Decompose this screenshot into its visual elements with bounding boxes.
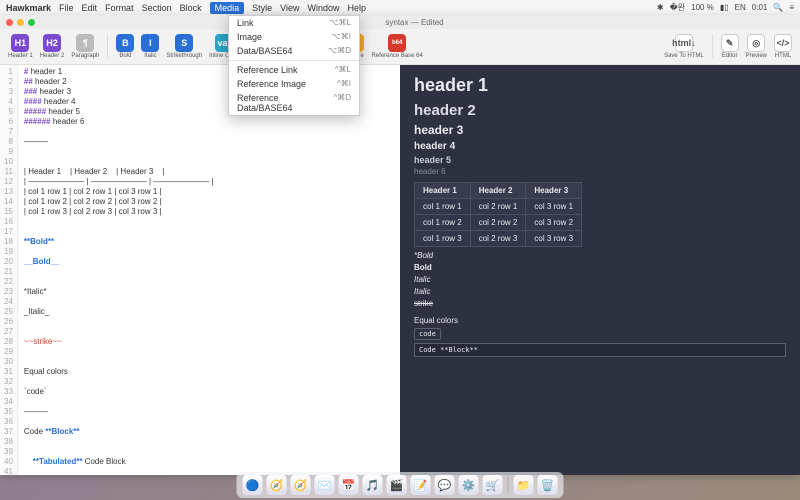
preview-code-block: Code **Block** (414, 343, 786, 357)
preview-table: Header 1Header 2Header 3col 1 row 1col 2… (414, 182, 582, 247)
dock-app-7[interactable]: 📝 (411, 475, 431, 495)
menu-item-reference-image[interactable]: Reference Image^⌘I (229, 77, 359, 91)
clock: 0:01 (752, 3, 768, 12)
toolbar-bold[interactable]: BBold (114, 34, 136, 59)
menu-item-reference-link[interactable]: Reference Link^⌘L (229, 63, 359, 77)
wifi-icon: �완 (670, 2, 686, 13)
toolbar-header-1[interactable]: H1Header 1 (6, 34, 35, 59)
dock[interactable]: 🔵🧭🧭✉️📅🎵🎬📝💬⚙️🛒📁🗑️ (237, 472, 564, 498)
dock-app-8[interactable]: 💬 (435, 475, 455, 495)
menu-block[interactable]: Block (180, 3, 202, 13)
dock-app-3[interactable]: ✉️ (315, 475, 335, 495)
menu-item-reference-data-base64[interactable]: Reference Data/BASE64^⌘D (229, 91, 359, 115)
dock-app-1[interactable]: 🧭 (267, 475, 287, 495)
dock-app-12[interactable]: 🗑️ (538, 475, 558, 495)
preview-h3: header 3 (414, 123, 786, 137)
preview-italic2: Italic (414, 287, 786, 296)
dock-app-0[interactable]: 🔵 (243, 475, 263, 495)
bluetooth-icon: ✱ (657, 3, 664, 12)
toolbar-paragraph[interactable]: ¶Paragraph (69, 34, 101, 59)
source-code[interactable]: # header 1## header 2### header 3#### he… (18, 65, 220, 475)
battery-icon: ▮▯ (720, 3, 729, 12)
dock-app-4[interactable]: 📅 (339, 475, 359, 495)
dock-app-5[interactable]: 🎵 (363, 475, 383, 495)
preview-h4: header 4 (414, 141, 786, 152)
header-2-icon: H2 (43, 34, 61, 52)
toolbar-preview[interactable]: ◎Preview (744, 34, 769, 59)
toolbar-html[interactable]: </>HTML (772, 34, 794, 59)
titlebar: syntax — Edited (0, 15, 800, 29)
spotlight-icon[interactable]: 🔍 (773, 3, 783, 12)
toolbar-italic[interactable]: IItalic (139, 34, 161, 59)
app-window: syntax — Edited H1Header 1H2Header 2¶Par… (0, 15, 800, 475)
preview-bold-star: *Bold (414, 251, 786, 260)
dock-app-11[interactable]: 📁 (514, 475, 534, 495)
dock-app-10[interactable]: 🛒 (483, 475, 503, 495)
bold-icon: B (116, 34, 134, 52)
preview-inline-code: code (414, 328, 441, 340)
menu-item-data-base64[interactable]: Data/BASE64⌥⌘D (229, 44, 359, 58)
menu-section[interactable]: Section (142, 3, 172, 13)
menu-help[interactable]: Help (348, 3, 367, 13)
paragraph-icon: ¶ (76, 34, 94, 52)
preview-icon: ◎ (747, 34, 765, 52)
menu-media[interactable]: Media (210, 2, 245, 14)
preview-h1: header 1 (414, 75, 786, 96)
preview-bold: Bold (414, 263, 786, 272)
document-title: syntax — Edited (385, 18, 443, 27)
dock-app-6[interactable]: 🎬 (387, 475, 407, 495)
preview-h6: header 6 (414, 167, 786, 176)
preview-h5: header 5 (414, 155, 786, 165)
menu-file[interactable]: File (59, 3, 74, 13)
battery-percent: 100 % (691, 3, 714, 12)
menu-edit[interactable]: Edit (82, 3, 98, 13)
toolbar-header-2[interactable]: H2Header 2 (38, 34, 67, 59)
menu-window[interactable]: Window (308, 3, 340, 13)
menu-style[interactable]: Style (252, 3, 272, 13)
strikethrough-icon: S (175, 34, 193, 52)
toolbar-reference-base-64[interactable]: b64Reference Base 64 (369, 34, 424, 59)
preview-equal: Equal colors (414, 316, 786, 325)
macos-menubar: Hawkmark File Edit Format Section Block Media… (0, 0, 800, 15)
lang-indicator: EN (735, 3, 746, 12)
save-to-html-icon: html↓ (675, 34, 693, 52)
toolbar: H1Header 1H2Header 2¶Paragraph BBoldIItal… (0, 29, 800, 65)
preview-h2: header 2 (414, 102, 786, 119)
app-name: Hawkmark (6, 3, 51, 13)
toolbar-strikethrough[interactable]: SStrikethrough (164, 34, 204, 59)
menu-item-link[interactable]: Link⌥⌘L (229, 16, 359, 30)
italic-icon: I (141, 34, 159, 52)
traffic-lights[interactable] (6, 19, 35, 26)
editor-icon: ✎ (721, 34, 739, 52)
preview-pane: header 1 header 2 header 3 header 4 head… (400, 65, 800, 475)
menu-format[interactable]: Format (105, 3, 134, 13)
toolbar-save-to-html[interactable]: html↓Save To HTML (662, 34, 706, 59)
preview-italic: Italic (414, 275, 786, 284)
notifications-icon[interactable]: ≡ (789, 3, 794, 12)
html-icon: </> (774, 34, 792, 52)
line-gutter: 1234567891011121314151617181920212223242… (0, 65, 18, 475)
dock-app-9[interactable]: ⚙️ (459, 475, 479, 495)
preview-strike: strike (414, 299, 786, 308)
menu-item-image[interactable]: Image⌥⌘I (229, 30, 359, 44)
dock-app-2[interactable]: 🧭 (291, 475, 311, 495)
reference-base-64-icon: b64 (388, 34, 406, 52)
toolbar-editor[interactable]: ✎Editor (719, 34, 741, 59)
header-1-icon: H1 (11, 34, 29, 52)
editor-pane[interactable]: 1234567891011121314151617181920212223242… (0, 65, 400, 475)
media-dropdown[interactable]: Link⌥⌘LImage⌥⌘IData/BASE64⌥⌘D Reference L… (228, 15, 360, 116)
menu-view[interactable]: View (280, 3, 299, 13)
